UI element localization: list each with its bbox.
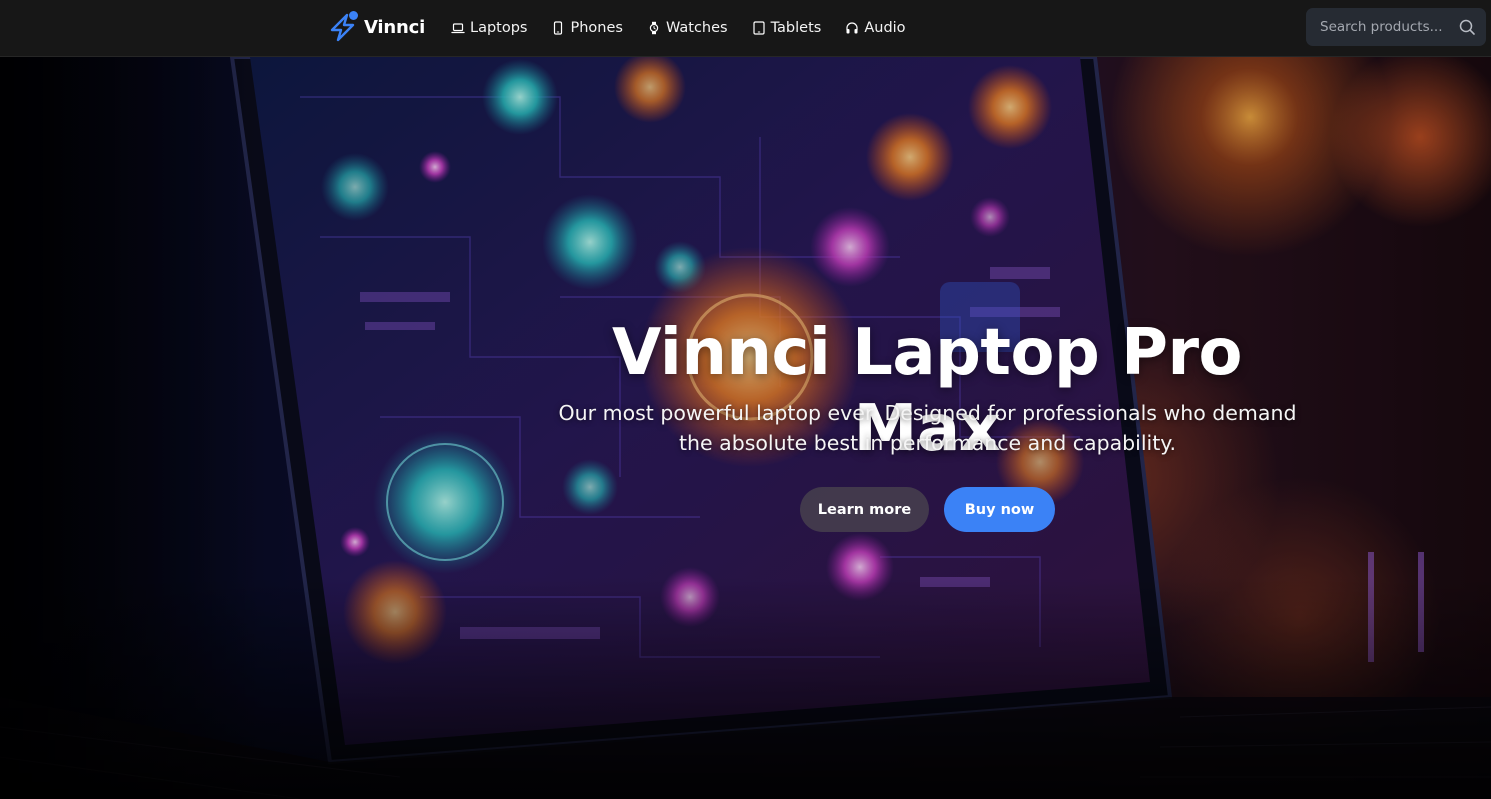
phone-icon xyxy=(551,21,565,35)
lightning-bolt-icon xyxy=(328,11,358,43)
brand-logo-link[interactable]: Vinnci xyxy=(328,9,425,45)
tablet-icon xyxy=(752,21,766,35)
nav-item-tablets[interactable]: Tablets xyxy=(752,20,822,36)
hero-subtitle: Our most powerful laptop ever. Designed … xyxy=(558,401,1297,455)
watch-icon xyxy=(647,21,661,35)
brand-name: Vinnci xyxy=(364,16,426,38)
buy-now-button[interactable]: Buy now xyxy=(944,487,1055,532)
nav-item-label: Laptops xyxy=(470,20,528,36)
headphones-icon xyxy=(845,21,859,35)
search-box xyxy=(1306,8,1486,46)
laptop-icon xyxy=(451,21,465,35)
search-input[interactable] xyxy=(1320,19,1446,35)
top-navigation-bar: Vinnci Laptops Phones Watches Tablets Au… xyxy=(0,0,1491,57)
brand-accent-dot xyxy=(349,11,358,20)
nav-item-watches[interactable]: Watches xyxy=(647,20,728,36)
nav-item-label: Tablets xyxy=(770,20,822,36)
hero-cta-group: Learn more Buy now xyxy=(800,487,1055,532)
category-nav: Laptops Phones Watches Tablets Audio xyxy=(451,0,906,56)
nav-item-laptops[interactable]: Laptops xyxy=(451,20,527,36)
nav-item-label: Phones xyxy=(570,20,623,36)
search-icon[interactable] xyxy=(1458,18,1476,36)
nav-item-label: Audio xyxy=(864,20,906,36)
hero-banner: Vinnci Laptop Pro Max Our most powerful … xyxy=(0,57,1491,799)
learn-more-button[interactable]: Learn more xyxy=(800,487,929,532)
nav-item-phones[interactable]: Phones xyxy=(551,20,623,36)
nav-item-audio[interactable]: Audio xyxy=(845,20,906,36)
nav-item-label: Watches xyxy=(665,20,728,36)
